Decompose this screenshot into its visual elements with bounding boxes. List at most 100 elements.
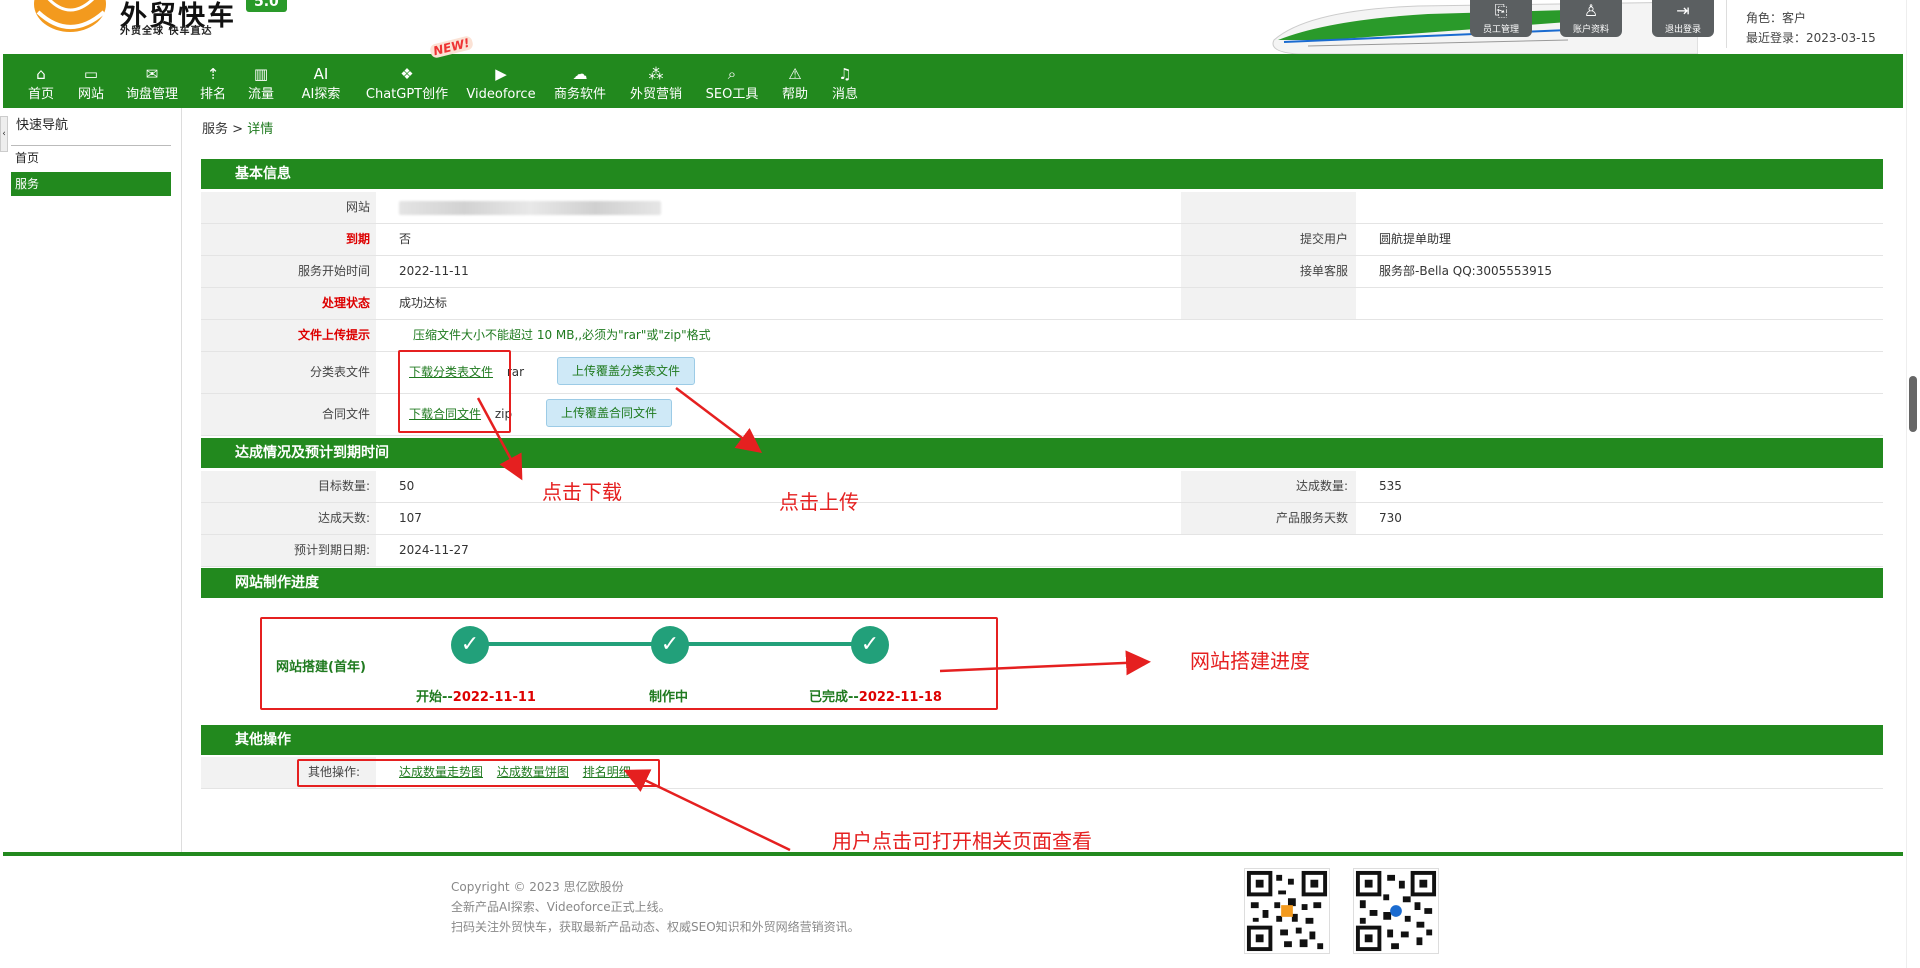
expire-label: 到期 bbox=[201, 224, 376, 255]
nav-ai-explore[interactable]: AI AI探索 bbox=[297, 54, 345, 108]
nav-marketing[interactable]: ⁂ 外贸营销 bbox=[625, 54, 687, 108]
customer-service-label: 接单客服 bbox=[1181, 256, 1356, 287]
footer-line-3: 扫码关注外贸快车，获取最新产品动态、权威SEO知识和外贸网络营销资讯。 bbox=[451, 920, 860, 934]
sidebar-item-service[interactable]: 服务 bbox=[11, 172, 171, 196]
upload-contract-file-button[interactable]: 上传覆盖合同文件 bbox=[546, 399, 673, 427]
expected-date-value: 2024-11-27 bbox=[399, 543, 469, 557]
annotation-ops-box bbox=[297, 759, 660, 787]
upload-class-file-button[interactable]: 上传覆盖分类表文件 bbox=[557, 357, 696, 385]
target-label: 目标数量: bbox=[201, 471, 376, 502]
nav-inquiry-label: 询盘管理 bbox=[125, 87, 178, 102]
target-value: 50 bbox=[399, 479, 415, 493]
start-time-label: 服务开始时间 bbox=[201, 256, 376, 287]
annotation-open-text: 用户点击可打开相关页面查看 bbox=[832, 829, 1092, 853]
sidebar-title: 快速导航 bbox=[16, 118, 69, 133]
nav-messages[interactable]: ♫ 消息 bbox=[827, 54, 863, 108]
annotation-upload-text: 点击上传 bbox=[779, 490, 859, 514]
row-expire: 到期 否 提交用户 圆航提单助理 bbox=[201, 224, 1883, 256]
status-value: 成功达标 bbox=[399, 296, 448, 310]
website-label: 网站 bbox=[201, 192, 376, 223]
nav-home-label: 首页 bbox=[27, 87, 54, 102]
breadcrumb-parent[interactable]: 服务 bbox=[202, 122, 228, 137]
section-achievement: 达成情况及预计到期时间 bbox=[201, 438, 1883, 468]
ai-icon: AI bbox=[313, 65, 329, 83]
nav-website[interactable]: ▭ 网站 bbox=[71, 54, 111, 108]
nav-help-label: 帮助 bbox=[781, 87, 808, 102]
nav-traffic-label: 流量 bbox=[247, 87, 274, 102]
row-target: 目标数量: 50 达成数量: 535 bbox=[201, 471, 1883, 503]
sidebar-item-home[interactable]: 首页 bbox=[11, 146, 171, 170]
reached-value: 535 bbox=[1379, 479, 1402, 493]
expire-value: 否 bbox=[399, 232, 412, 246]
nav-marketing-label: 外贸营销 bbox=[629, 87, 682, 102]
annotation-download-text: 点击下载 bbox=[542, 480, 622, 504]
row-start-time: 服务开始时间 2022-11-11 接单客服 服务部-Bella QQ:3005… bbox=[201, 256, 1883, 288]
logout-button[interactable]: ⇥ 退出登录 bbox=[1652, 0, 1714, 37]
nav-videoforce-label: Videoforce bbox=[466, 87, 536, 102]
days-value: 107 bbox=[399, 511, 422, 525]
upload-hint-label: 文件上传提示 bbox=[201, 320, 376, 351]
bell-icon: ♫ bbox=[838, 65, 852, 83]
sidebar bbox=[0, 108, 182, 852]
logout-icon: ⇥ bbox=[1676, 1, 1690, 20]
empty-label bbox=[1181, 192, 1356, 223]
upload-hint-value: 压缩文件大小不能超过 10 MB,,必须为"rar"或"zip"格式 bbox=[413, 328, 711, 342]
class-file-label: 分类表文件 bbox=[201, 352, 376, 393]
monitor-icon: ▭ bbox=[83, 65, 99, 83]
nav-videoforce[interactable]: ▶ Videoforce bbox=[465, 54, 537, 108]
scrollbar[interactable] bbox=[1906, 0, 1920, 968]
service-days-value: 730 bbox=[1379, 511, 1402, 525]
row-status: 处理状态 成功达标 bbox=[201, 288, 1883, 320]
annotation-progress-box bbox=[260, 617, 998, 710]
nav-business-software-label: 商务软件 bbox=[553, 87, 606, 102]
account-profile-label: 账户资料 bbox=[1572, 25, 1609, 35]
cloud-icon: ☁ bbox=[572, 65, 588, 83]
logo-subtitle: 外贸全球 快车直达 bbox=[120, 26, 213, 37]
row-website: 网站 bbox=[201, 192, 1883, 224]
website-value-blurred bbox=[399, 201, 661, 215]
nav-messages-label: 消息 bbox=[831, 87, 858, 102]
qr-code-icon bbox=[1244, 868, 1330, 954]
row-upload-hint: 文件上传提示 压缩文件大小不能超过 10 MB,,必须为"rar"或"zip"格… bbox=[201, 320, 1883, 352]
nav-chatgpt[interactable]: ❖ ChatGPT创作 bbox=[359, 54, 455, 108]
customer-service-value: 服务部-Bella QQ:3005553915 bbox=[1379, 264, 1553, 278]
nav-traffic[interactable]: ▥ 流量 bbox=[243, 54, 279, 108]
staff-management-button[interactable]: ⎘ 员工管理 bbox=[1470, 0, 1532, 37]
account-profile-button[interactable]: ♙ 账户资料 bbox=[1560, 0, 1622, 37]
header-divider bbox=[1726, 0, 1727, 48]
play-icon: ▶ bbox=[495, 65, 507, 83]
logo-icon bbox=[34, 0, 106, 32]
contract-file-label: 合同文件 bbox=[201, 394, 376, 435]
home-icon: ⌂ bbox=[36, 65, 46, 83]
annotation-download-box bbox=[398, 350, 511, 433]
nav-home[interactable]: ⌂ 首页 bbox=[21, 54, 61, 108]
expected-date-label: 预计到期日期: bbox=[201, 535, 376, 566]
nav-inquiry[interactable]: ✉ 询盘管理 bbox=[121, 54, 183, 108]
nav-help[interactable]: ⚠ 帮助 bbox=[777, 54, 813, 108]
staff-management-label: 员工管理 bbox=[1482, 25, 1519, 35]
user-icon: ♙ bbox=[1583, 1, 1599, 20]
days-label: 达成天数: bbox=[201, 503, 376, 534]
user-info: 角色：客户 最近登录：2023-03-15 bbox=[1746, 8, 1876, 48]
role-text: 角色：客户 bbox=[1746, 11, 1807, 25]
nav-ranking-label: 排名 bbox=[199, 87, 226, 102]
nav-business-software[interactable]: ☁ 商务软件 bbox=[549, 54, 611, 108]
nav-website-label: 网站 bbox=[77, 87, 104, 102]
qr-code-icon bbox=[1353, 868, 1439, 954]
logout-label: 退出登录 bbox=[1664, 25, 1701, 35]
scrollbar-thumb[interactable] bbox=[1909, 376, 1917, 432]
mail-icon: ✉ bbox=[145, 65, 159, 83]
annotation-progress-text: 网站搭建进度 bbox=[1190, 649, 1310, 673]
section-progress: 网站制作进度 bbox=[201, 568, 1883, 598]
nav-seo-tools[interactable]: ⌕ SEO工具 bbox=[703, 54, 761, 108]
main-nav: ⌂ 首页 ▭ 网站 ✉ 询盘管理 ⇡ 排名 ▥ 流量 AI AI探索 ❖ ChatGPT创作 … bbox=[3, 54, 1903, 108]
marketing-icon: ⁂ bbox=[648, 65, 664, 83]
section-other-ops: 其他操作 bbox=[201, 725, 1883, 755]
nav-ranking[interactable]: ⇡ 排名 bbox=[195, 54, 231, 108]
breadcrumb: 服务 > 详情 bbox=[202, 118, 273, 137]
reached-label: 达成数量: bbox=[1181, 471, 1356, 502]
row-days: 达成天数: 107 产品服务天数 730 bbox=[201, 503, 1883, 535]
service-days-label: 产品服务天数 bbox=[1181, 503, 1356, 534]
sidebar-collapse-toggle[interactable]: ‹ bbox=[0, 116, 8, 152]
ranking-icon: ⇡ bbox=[206, 65, 220, 83]
